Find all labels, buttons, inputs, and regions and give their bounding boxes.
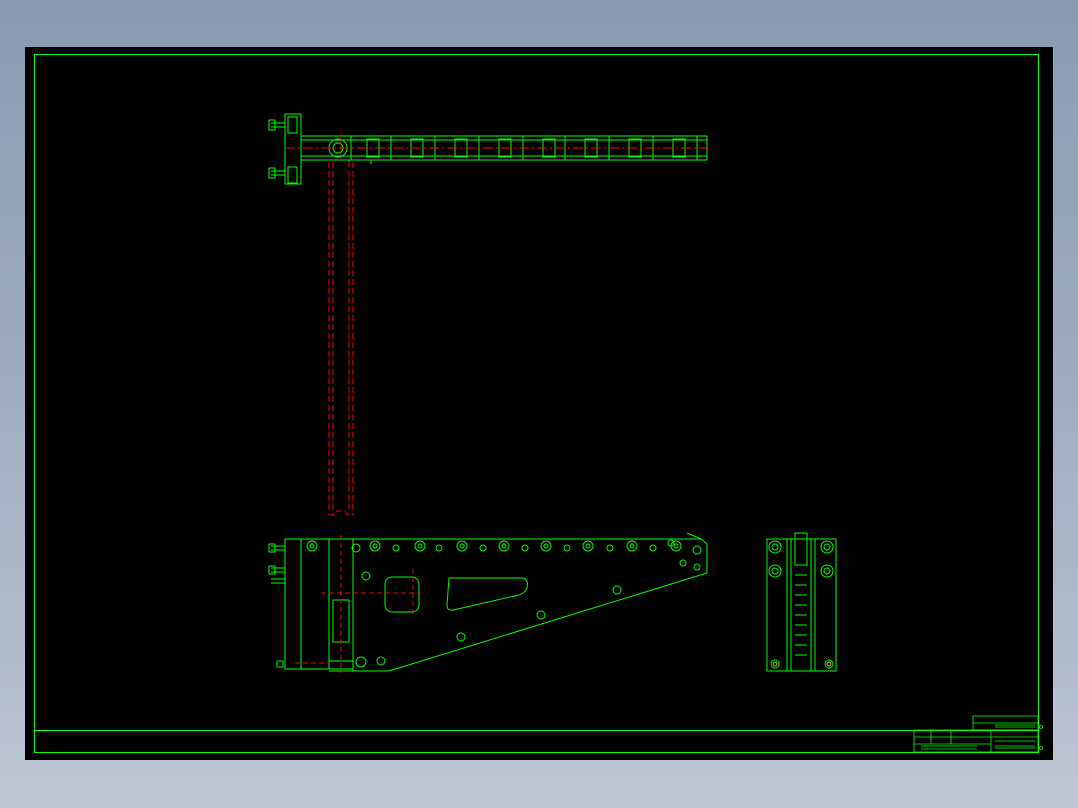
title-block	[913, 715, 1043, 753]
drawing-border	[34, 54, 1039, 753]
hidden-arm	[285, 134, 707, 516]
front-cutout-rounded	[384, 576, 420, 613]
front-bolts	[306, 540, 702, 555]
drawing-sheet	[25, 47, 1053, 760]
front-view	[268, 532, 708, 672]
side-ladder	[795, 574, 807, 656]
front-hidden-lines	[295, 535, 421, 673]
front-plate-outline	[329, 538, 708, 672]
side-view	[766, 532, 837, 672]
top-view	[268, 113, 708, 185]
front-cutout-slot	[446, 577, 528, 611]
